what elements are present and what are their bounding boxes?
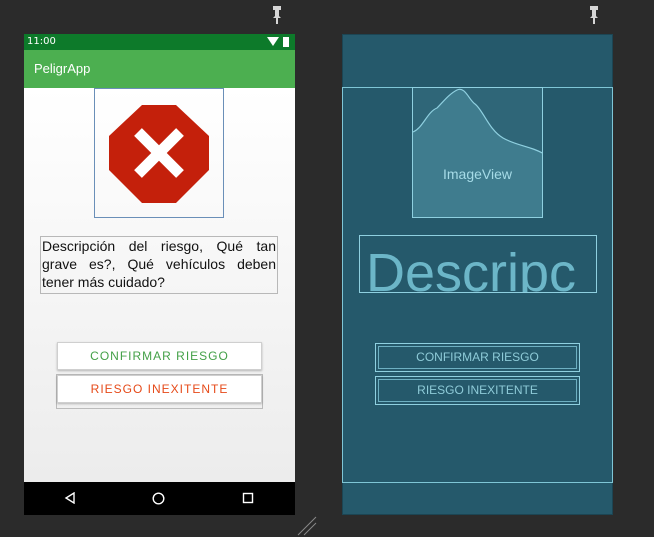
- pin-icon[interactable]: [271, 6, 283, 24]
- confirm-risk-button[interactable]: CONFIRMAR RIESGO: [57, 342, 262, 370]
- home-icon[interactable]: [152, 492, 165, 505]
- risk-image[interactable]: [94, 88, 224, 218]
- nonexistent-risk-button[interactable]: RIESGO INEXITENTE: [57, 375, 262, 403]
- app-bar: PeligrApp: [24, 50, 295, 88]
- battery-icon: [283, 37, 289, 47]
- status-time: 11:00: [27, 36, 56, 47]
- blueprint-description-text: Descripc: [366, 243, 577, 293]
- stop-sign-x-icon: [109, 105, 209, 203]
- blueprint-nonexistent-button[interactable]: RIESGO INEXITENTE: [375, 376, 580, 405]
- wifi-icon: [267, 37, 279, 46]
- app-title: PeligrApp: [34, 61, 91, 76]
- back-icon[interactable]: [64, 492, 76, 504]
- content-area: Descripción del riesgo, Qué tan grave es…: [24, 88, 295, 482]
- recents-icon[interactable]: [242, 492, 254, 504]
- status-bar: 11:00: [24, 34, 295, 50]
- imageview-label: ImageView: [442, 166, 512, 182]
- risk-description: Descripción del riesgo, Qué tan grave es…: [40, 236, 278, 294]
- navigation-bar: [24, 482, 295, 515]
- blueprint-imageview[interactable]: ImageView: [412, 87, 543, 218]
- resize-handle-icon[interactable]: [296, 515, 318, 537]
- image-placeholder-icon: [413, 88, 542, 154]
- blueprint-confirm-button[interactable]: CONFIRMAR RIESGO: [375, 343, 580, 372]
- design-preview: 11:00 PeligrApp Descripción del riesgo, …: [24, 34, 295, 515]
- pin-icon[interactable]: [588, 6, 600, 24]
- blueprint-description[interactable]: Descripc: [359, 235, 597, 293]
